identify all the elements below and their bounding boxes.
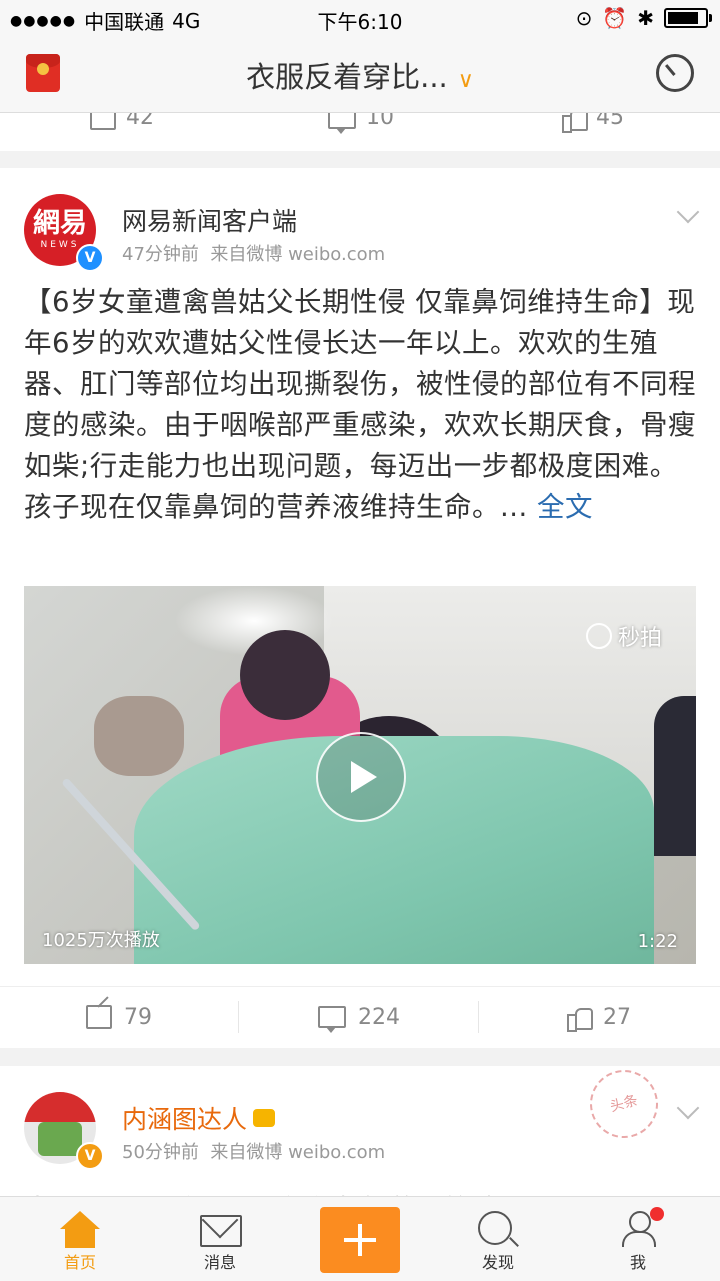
post-meta: 47分钟前 来自微博 weibo.com — [122, 240, 385, 266]
repost-count: 79 — [124, 1004, 152, 1030]
home-icon — [60, 1211, 100, 1249]
chevron-down-icon[interactable] — [676, 200, 700, 224]
repost-icon — [86, 1005, 112, 1029]
post-body: 【6岁女童遭禽兽姑父长期性侵 仅靠鼻饲维持生命】现年6岁的欢欢遭姑父性侵长达一年… — [24, 286, 696, 523]
comment-icon — [328, 113, 356, 134]
post-source: 来自微博 weibo.com — [210, 1142, 386, 1163]
comment-button[interactable]: 224 — [240, 987, 478, 1047]
tab-messages[interactable]: 消息 — [160, 1197, 280, 1281]
tab-bar: 首页 消息 发现 我 — [0, 1196, 720, 1281]
tab-home-label: 首页 — [63, 1253, 96, 1272]
nav-title[interactable]: 衣服反着穿比... ∨ — [0, 54, 720, 96]
verified-badge-icon: V — [76, 244, 104, 272]
headline-stamp: 头条 — [582, 1062, 666, 1146]
repost-button[interactable]: 79 — [0, 987, 238, 1047]
video-player[interactable]: 秒拍 1025万次播放 1:22 — [24, 586, 696, 964]
tab-me-label: 我 — [629, 1253, 646, 1272]
nav-bar: 衣服反着穿比... ∨ — [0, 36, 720, 113]
watermark-text: 秒拍 — [617, 626, 662, 651]
comment-icon — [318, 1006, 346, 1033]
repost-count: 42 — [126, 113, 154, 130]
comment-count: 10 — [366, 113, 394, 130]
tab-home[interactable]: 首页 — [20, 1197, 140, 1281]
crown-icon — [253, 1109, 276, 1127]
like-icon — [567, 1006, 593, 1032]
compose-button[interactable] — [320, 1207, 400, 1273]
battery-icon — [664, 8, 712, 28]
chevron-down-icon[interactable] — [676, 1096, 700, 1120]
action-bar: 79 224 27 — [0, 986, 720, 1047]
like-button[interactable]: 45 — [562, 113, 624, 133]
camera-icon — [585, 623, 612, 649]
history-clock-icon[interactable] — [656, 54, 694, 92]
profile-icon — [622, 1207, 664, 1249]
chevron-down-icon: ∨ — [457, 68, 474, 93]
play-icon[interactable] — [316, 732, 406, 822]
feed-card: 網易 NEWS V 网易新闻客户端 47分钟前 来自微博 weibo.com 【… — [0, 168, 720, 1048]
notification-dot — [650, 1207, 664, 1221]
author-name[interactable]: 内涵图达人 — [122, 1100, 276, 1136]
mail-icon — [200, 1215, 242, 1247]
repost-button[interactable]: 42 — [90, 113, 154, 130]
tab-discover[interactable]: 发现 — [438, 1197, 558, 1281]
post-text: 【6岁女童遭禽兽姑父长期性侵 仅靠鼻饲维持生命】现年6岁的欢欢遭姑父性侵长达一年… — [24, 282, 696, 528]
comment-count: 224 — [358, 1004, 400, 1030]
avatar-logo-text: 網易 — [33, 208, 87, 239]
alarm-icon: ⏰ — [602, 6, 628, 30]
video-duration: 1:22 — [637, 931, 678, 952]
video-views: 1025万次播放 — [42, 930, 160, 951]
full-text-link[interactable]: 全文 — [537, 491, 593, 523]
post-time: 50分钟前 — [122, 1142, 199, 1163]
author-name[interactable]: 网易新闻客户端 — [122, 202, 297, 238]
lock-rotation-icon: ⊙ — [575, 6, 593, 30]
like-icon — [562, 113, 588, 133]
tab-me[interactable]: 我 — [578, 1197, 698, 1281]
previous-card-action-bar: 42 10 45 — [0, 113, 720, 151]
status-bar: ●●●●● 中国联通 4G 下午6:10 ⊙ ⏰ ✱ — [0, 0, 720, 36]
tab-discover-label: 发现 — [481, 1253, 514, 1272]
like-button[interactable]: 27 — [480, 987, 718, 1047]
bluetooth-icon: ✱ — [637, 6, 654, 30]
search-icon — [478, 1211, 512, 1245]
post-source: 来自微博 weibo.com — [210, 244, 386, 265]
comment-button[interactable]: 10 — [328, 113, 394, 134]
post-time: 47分钟前 — [122, 244, 199, 265]
like-count: 45 — [596, 113, 624, 130]
like-count: 27 — [603, 1004, 631, 1030]
feed-card: V 内涵图达人 头条 50分钟前 来自微博 weibo.com 当别人问你“约吗… — [0, 1062, 720, 1216]
nav-title-text: 衣服反着穿比... — [246, 60, 448, 94]
post-meta: 50分钟前 来自微博 weibo.com — [122, 1138, 385, 1164]
video-watermark: 秒拍 — [585, 620, 662, 652]
verified-badge-icon: V — [76, 1142, 104, 1170]
author-name-text: 内涵图达人 — [122, 1105, 248, 1134]
repost-icon — [90, 113, 116, 130]
tab-messages-label: 消息 — [203, 1253, 236, 1272]
